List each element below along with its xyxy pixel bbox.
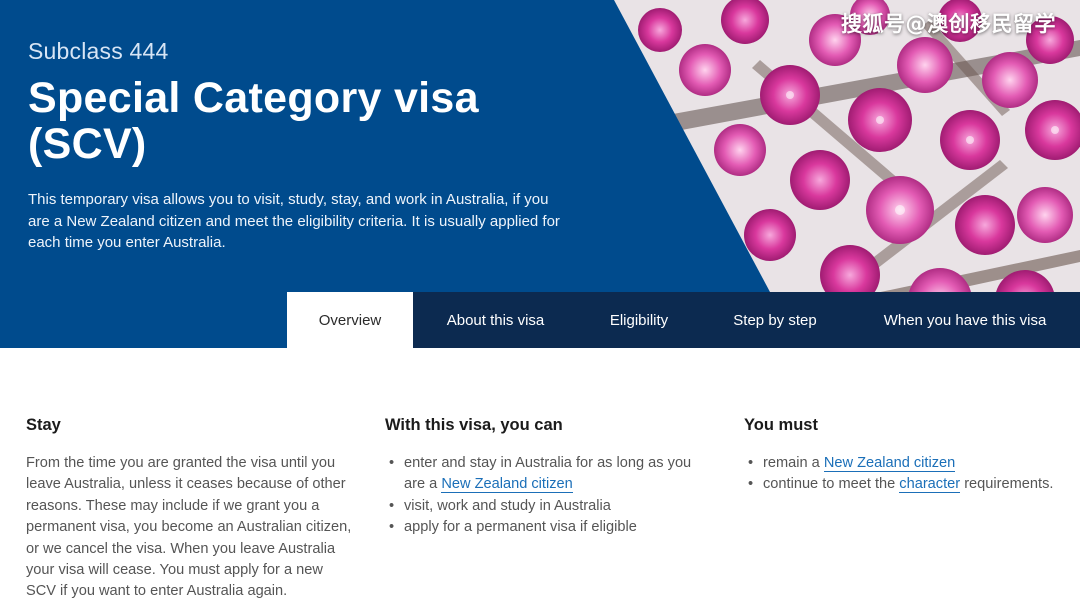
must-item2-pre: continue to meet the [763,476,900,493]
tab-bar: Overview About this visa Eligibility Ste… [287,292,1080,348]
stay-text: From the time you are granted the visa u… [26,455,352,600]
must-item1-text: remain a [763,455,824,471]
list-item: visit, work and study in Australia [385,496,715,518]
must-item2-post: requirements. [960,476,1054,493]
tab-overview[interactable]: Overview [287,292,413,348]
stay-heading: Stay [26,416,61,434]
must-heading: You must [744,416,818,434]
page-title: Special Category visa (SCV) [28,75,588,167]
tab-when-you-have-this-visa[interactable]: When you have this visa [850,292,1080,348]
can-item3-text: apply for a permanent visa if eligible [404,519,637,536]
page-title-line2: (SCV) [28,120,147,168]
list-item: remain a New Zealand citizen [744,453,1074,475]
page-title-line1: Special Category visa [28,74,479,122]
watermark: 搜狐号@澳创移民留学 [841,12,1056,36]
must-section: You must remain a New Zealand citizen co… [744,416,1074,496]
hero-text: Subclass 444 Special Category visa (SCV)… [28,38,588,254]
list-item: enter and stay in Australia for as long … [385,453,715,496]
hero-intro: This temporary visa allows you to visit,… [28,191,560,251]
must-list: remain a New Zealand citizen continue to… [744,453,1074,496]
tab-eligibility[interactable]: Eligibility [578,292,700,348]
can-item2-text: visit, work and study in Australia [404,497,611,514]
list-item: continue to meet the character requireme… [744,474,1074,496]
tab-step-by-step[interactable]: Step by step [700,292,850,348]
tab-about-this-visa[interactable]: About this visa [413,292,578,348]
nz-citizen-link[interactable]: New Zealand citizen [823,455,956,472]
can-heading: With this visa, you can [385,416,563,434]
nz-citizen-link[interactable]: New Zealand citizen [441,476,573,494]
character-link[interactable]: character [899,476,961,494]
can-list: enter and stay in Australia for as long … [385,453,715,539]
subclass-label: Subclass 444 [28,38,169,64]
stay-section: Stay From the time you are granted the v… [26,416,356,603]
can-section: With this visa, you can enter and stay i… [385,416,715,539]
list-item: apply for a permanent visa if eligible [385,517,715,539]
